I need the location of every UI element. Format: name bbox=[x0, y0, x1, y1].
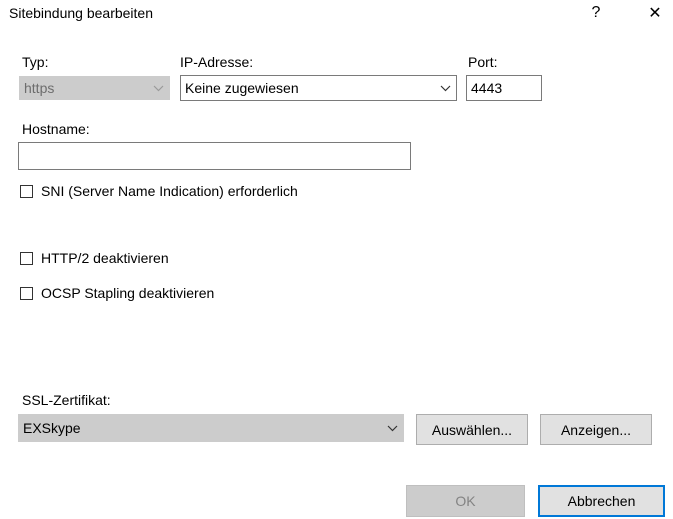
port-input[interactable]: 4443 bbox=[466, 75, 542, 101]
help-button[interactable]: ? bbox=[578, 0, 614, 26]
sni-label: SNI (Server Name Indication) erforderlic… bbox=[41, 183, 298, 199]
port-value: 4443 bbox=[471, 80, 503, 96]
http2-checkbox-row[interactable]: HTTP/2 deaktivieren bbox=[20, 250, 169, 266]
ssl-certificate-value: EXSkype bbox=[23, 420, 81, 436]
close-button[interactable]: ✕ bbox=[637, 0, 673, 26]
ssl-certificate-label: SSL-Zertifikat: bbox=[22, 392, 111, 408]
sni-checkbox-row[interactable]: SNI (Server Name Indication) erforderlic… bbox=[20, 183, 298, 199]
ocsp-label: OCSP Stapling deaktivieren bbox=[41, 285, 215, 301]
http2-checkbox[interactable] bbox=[20, 251, 33, 265]
ocsp-checkbox-row[interactable]: OCSP Stapling deaktivieren bbox=[20, 285, 214, 301]
type-value: https bbox=[24, 80, 55, 96]
type-combobox[interactable]: https bbox=[19, 76, 170, 100]
type-label: Typ: bbox=[22, 54, 49, 70]
hostname-input[interactable] bbox=[18, 142, 411, 170]
sni-checkbox[interactable] bbox=[20, 184, 33, 198]
view-certificate-button[interactable]: Anzeigen... bbox=[540, 414, 652, 445]
ocsp-checkbox[interactable] bbox=[20, 286, 33, 300]
hostname-label: Hostname: bbox=[22, 121, 90, 137]
chevron-down-icon bbox=[434, 76, 456, 100]
ip-address-combobox[interactable]: Keine zugewiesen bbox=[180, 75, 457, 101]
select-certificate-button[interactable]: Auswählen... bbox=[416, 414, 528, 445]
ok-button[interactable]: OK bbox=[406, 485, 525, 517]
close-icon: ✕ bbox=[648, 5, 662, 22]
chevron-down-icon bbox=[381, 415, 403, 441]
ssl-certificate-combobox[interactable]: EXSkype bbox=[18, 414, 404, 442]
cancel-button[interactable]: Abbrechen bbox=[538, 485, 665, 517]
help-icon: ? bbox=[591, 4, 601, 21]
http2-label: HTTP/2 deaktivieren bbox=[41, 250, 169, 266]
ip-label: IP-Adresse: bbox=[180, 54, 254, 70]
window-title: Sitebindung bearbeiten bbox=[9, 5, 154, 21]
chevron-down-icon bbox=[147, 77, 169, 99]
port-label: Port: bbox=[468, 54, 498, 70]
ip-address-value: Keine zugewiesen bbox=[185, 80, 299, 96]
